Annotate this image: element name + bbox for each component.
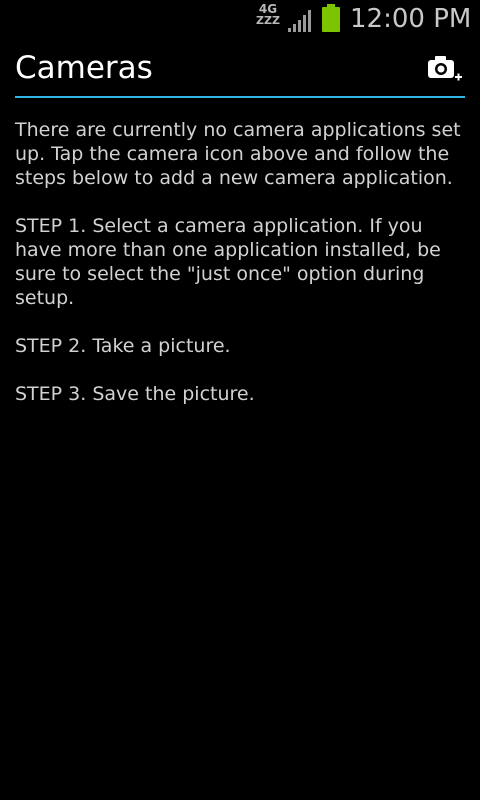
signal-bars-icon	[288, 10, 311, 32]
network-sleep-label: ZZZ	[256, 14, 280, 27]
intro-text: There are currently no camera applicatio…	[15, 119, 461, 189]
screen: 4G ZZZ 12:00 PM Cameras There are curren…	[0, 0, 480, 800]
battery-icon	[322, 4, 340, 32]
network-type-indicator: 4G ZZZ	[255, 3, 281, 27]
step-2-text: STEP 2. Take a picture.	[15, 335, 231, 357]
add-camera-icon	[428, 56, 462, 81]
page-title: Cameras	[15, 50, 153, 86]
title-divider	[15, 96, 465, 98]
step-3-text: STEP 3. Save the picture.	[15, 383, 255, 405]
add-camera-button[interactable]	[420, 50, 464, 86]
action-bar: Cameras	[0, 38, 480, 100]
instructions: There are currently no camera applicatio…	[15, 118, 470, 430]
step-1-text: STEP 1. Select a camera application. If …	[15, 215, 441, 309]
status-bar: 4G ZZZ 12:00 PM	[0, 0, 480, 38]
status-time: 12:00 PM	[350, 4, 472, 34]
